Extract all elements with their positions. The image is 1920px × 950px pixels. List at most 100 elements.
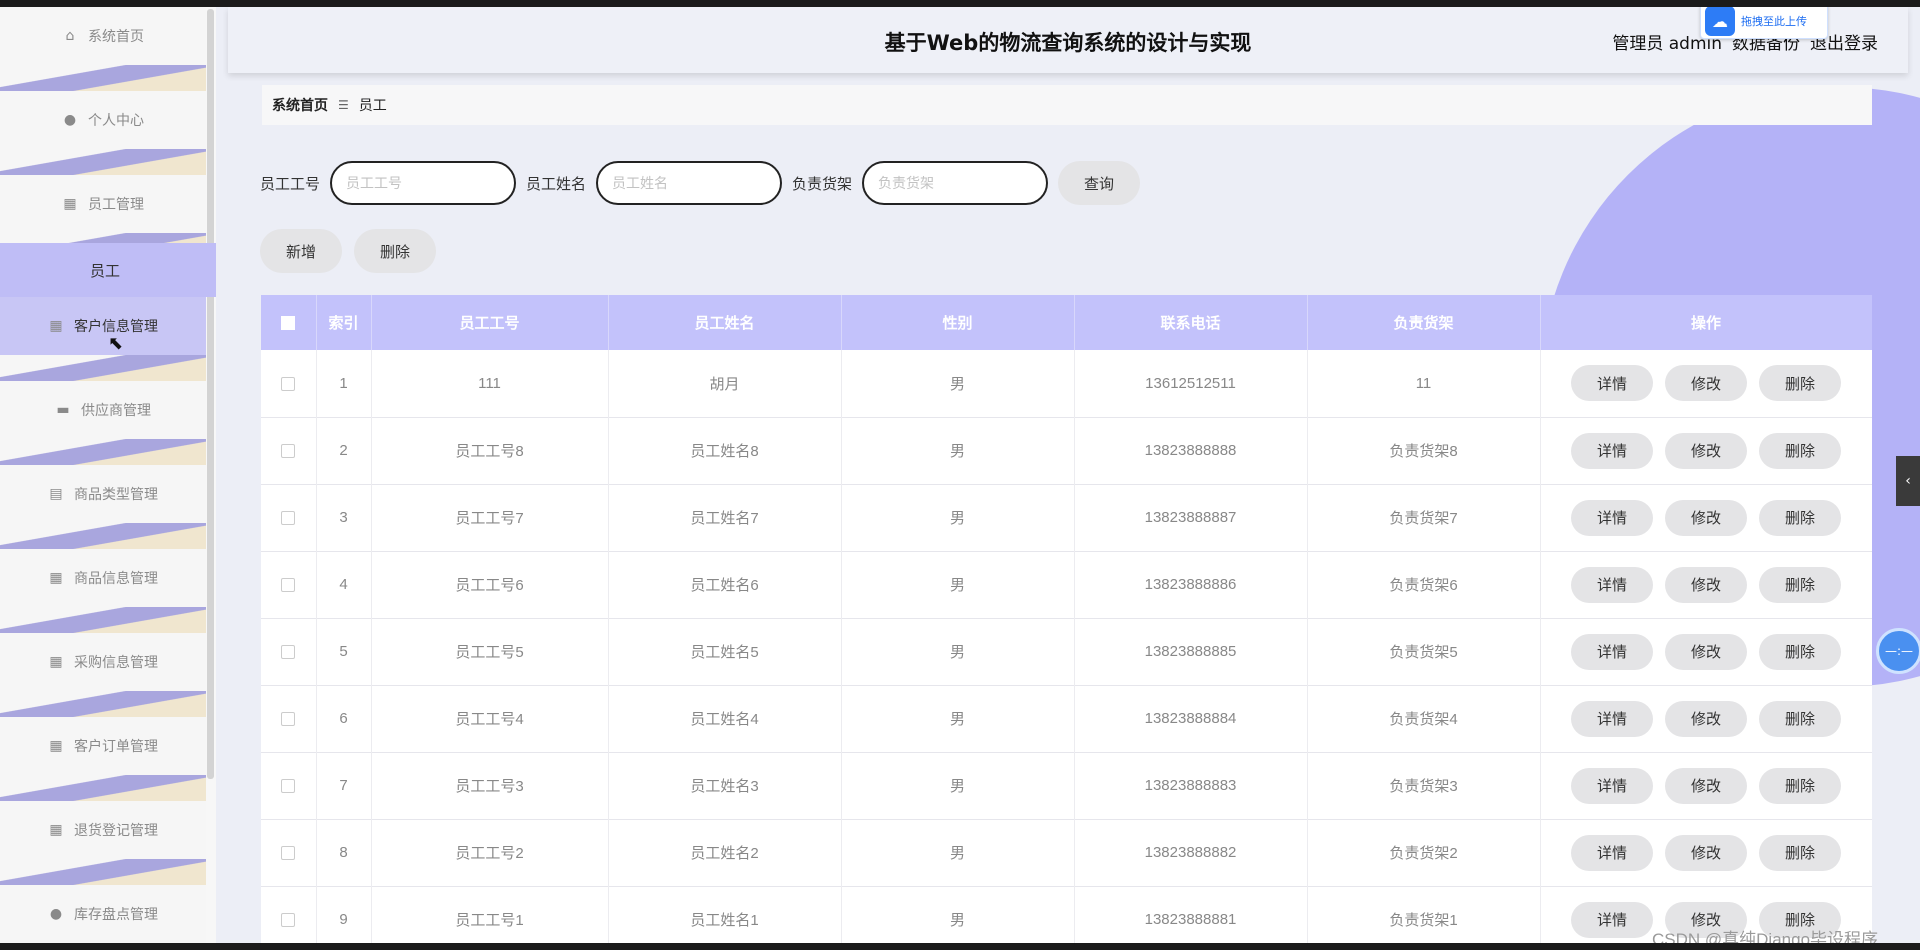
sidebar-item[interactable]: ▦ 商品信息管理 bbox=[0, 549, 216, 633]
table-cell: 员工工号8 bbox=[371, 417, 609, 484]
sidebar-item[interactable]: ▬ 供应商管理 bbox=[0, 381, 216, 465]
row-checkbox[interactable] bbox=[281, 779, 296, 794]
edit-button[interactable]: 修改 bbox=[1665, 633, 1747, 670]
table-cell: 11 bbox=[1307, 350, 1541, 417]
table-cell: 111 bbox=[371, 350, 609, 417]
detail-button[interactable]: 详情 bbox=[1571, 365, 1653, 402]
row-actions-cell: 详情 修改 删除 bbox=[1540, 551, 1872, 618]
sidebar-item-row[interactable]: ▦ 商品信息管理 bbox=[0, 549, 206, 607]
row-select-cell[interactable] bbox=[261, 618, 317, 685]
sidebar-item[interactable]: ▦ 采购信息管理 bbox=[0, 633, 216, 717]
table-cell: 男 bbox=[841, 417, 1075, 484]
detail-button[interactable]: 详情 bbox=[1571, 767, 1653, 804]
detail-button[interactable]: 详情 bbox=[1571, 901, 1653, 938]
table-row[interactable]: 8 员工工号2 员工姓名2 男 13823888882 负责货架2 详情 修改 删除 bbox=[261, 819, 1872, 886]
delete-button[interactable]: 删除 bbox=[1759, 566, 1841, 603]
row-checkbox[interactable] bbox=[281, 645, 296, 660]
table-row[interactable]: 9 员工工号1 员工姓名1 男 13823888881 负责货架1 详情 修改 删除 bbox=[261, 886, 1872, 943]
employee-no-input[interactable] bbox=[330, 161, 517, 205]
delete-button[interactable]: 删除 bbox=[1759, 365, 1841, 402]
sidebar-item[interactable]: ● 个人中心 bbox=[0, 91, 216, 175]
edit-button[interactable]: 修改 bbox=[1665, 499, 1747, 536]
row-select-cell[interactable] bbox=[261, 551, 317, 618]
sidebar-item-row[interactable]: ● 库存盘点管理 bbox=[0, 885, 206, 943]
table-cell: 负责货架5 bbox=[1307, 618, 1541, 685]
table-cell: 员工姓名1 bbox=[608, 886, 842, 943]
sidebar-item-row[interactable]: ▦ 员工管理 bbox=[0, 175, 206, 233]
delete-button[interactable]: 删除 bbox=[1759, 633, 1841, 670]
edit-button[interactable]: 修改 bbox=[1665, 834, 1747, 871]
delete-button[interactable]: 删除 bbox=[1759, 499, 1841, 536]
row-checkbox[interactable] bbox=[281, 846, 296, 861]
sidebar-item-row[interactable]: ⌂ 系统首页 bbox=[0, 7, 206, 65]
table-row[interactable]: 4 员工工号6 员工姓名6 男 13823888886 负责货架6 详情 修改 删除 bbox=[261, 551, 1872, 618]
sidebar-item[interactable]: ▦ 退货登记管理 bbox=[0, 801, 216, 885]
sidebar-item-row[interactable]: ▦ 退货登记管理 bbox=[0, 801, 206, 859]
detail-button[interactable]: 详情 bbox=[1571, 834, 1653, 871]
table-cell: 13823888883 bbox=[1074, 752, 1308, 819]
detail-button[interactable]: 详情 bbox=[1571, 700, 1653, 737]
edit-button[interactable]: 修改 bbox=[1665, 365, 1747, 402]
table-row[interactable]: 7 员工工号3 员工姓名3 男 13823888883 负责货架3 详情 修改 删除 bbox=[261, 752, 1872, 819]
row-select-cell[interactable] bbox=[261, 484, 317, 551]
select-all-checkbox[interactable] bbox=[281, 316, 296, 330]
row-checkbox[interactable] bbox=[281, 913, 296, 928]
sidebar-item-row[interactable]: ● 个人中心 bbox=[0, 91, 206, 149]
add-button[interactable]: 新增 bbox=[260, 229, 342, 273]
batch-delete-button[interactable]: 删除 bbox=[354, 229, 436, 273]
table-cell: 胡月 bbox=[608, 350, 842, 417]
select-all-header[interactable] bbox=[261, 295, 317, 350]
row-checkbox[interactable] bbox=[281, 578, 296, 593]
sidebar-item-row[interactable]: ▦ 客户订单管理 bbox=[0, 717, 206, 775]
detail-button[interactable]: 详情 bbox=[1571, 633, 1653, 670]
delete-button[interactable]: 删除 bbox=[1759, 700, 1841, 737]
sidebar-item[interactable]: ▤ 商品类型管理 bbox=[0, 465, 216, 549]
row-select-cell[interactable] bbox=[261, 752, 317, 819]
sidebar-item-row[interactable]: ▤ 商品类型管理 bbox=[0, 465, 206, 523]
row-select-cell[interactable] bbox=[261, 417, 317, 484]
table-row[interactable]: 3 员工工号7 员工姓名7 男 13823888887 负责货架7 详情 修改 删除 bbox=[261, 484, 1872, 551]
row-select-cell[interactable] bbox=[261, 886, 317, 943]
shelf-label: 负责货架 bbox=[792, 174, 853, 193]
sidebar-item[interactable]: ▦ 客户订单管理 bbox=[0, 717, 216, 801]
row-checkbox[interactable] bbox=[281, 444, 296, 459]
table-row[interactable]: 1 111 胡月男 13612512511 11 详情 修改 删除 bbox=[261, 350, 1872, 417]
sidebar-item-row[interactable]: ▦ 采购信息管理 bbox=[0, 633, 206, 691]
row-select-cell[interactable] bbox=[261, 350, 317, 417]
sidebar-item[interactable]: ● 库存盘点管理 bbox=[0, 885, 216, 943]
delete-button[interactable]: 删除 bbox=[1759, 432, 1841, 469]
row-checkbox[interactable] bbox=[281, 511, 296, 526]
table-row[interactable]: 5 员工工号5 员工姓名5 男 13823888885 负责货架5 详情 修改 删除 bbox=[261, 618, 1872, 685]
upload-dropzone[interactable]: ☁ 拖拽至此上传 bbox=[1700, 7, 1828, 39]
sidebar-item-row[interactable]: ▦ 客户信息管理 bbox=[0, 297, 206, 355]
delete-button[interactable]: 删除 bbox=[1759, 767, 1841, 804]
row-select-cell[interactable] bbox=[261, 819, 317, 886]
column-header: 操作 bbox=[1540, 295, 1872, 350]
row-checkbox[interactable] bbox=[281, 712, 296, 727]
sidebar-subitem-employee[interactable]: 员工 bbox=[0, 243, 216, 297]
detail-button[interactable]: 详情 bbox=[1571, 499, 1653, 536]
row-checkbox[interactable] bbox=[281, 376, 296, 391]
shelf-input[interactable] bbox=[862, 161, 1049, 205]
sidebar-item-row[interactable]: ▬ 供应商管理 bbox=[0, 381, 206, 439]
employee-name-input[interactable] bbox=[596, 161, 783, 205]
detail-button[interactable]: 详情 bbox=[1571, 566, 1653, 603]
edit-button[interactable]: 修改 bbox=[1665, 432, 1747, 469]
edit-button[interactable]: 修改 bbox=[1665, 566, 1747, 603]
upload-label: 拖拽至此上传 bbox=[1741, 15, 1807, 28]
table-cell: 员工姓名6 bbox=[608, 551, 842, 618]
row-select-cell[interactable] bbox=[261, 685, 317, 752]
floating-assistant-button[interactable]: —:— bbox=[1876, 628, 1920, 674]
table-row[interactable]: 6 员工工号4 员工姓名4 男 13823888884 负责货架4 详情 修改 删除 bbox=[261, 685, 1872, 752]
breadcrumb-home[interactable]: 系统首页 bbox=[272, 95, 328, 115]
collapse-panel-tab[interactable]: ‹ bbox=[1896, 456, 1920, 506]
detail-button[interactable]: 详情 bbox=[1571, 432, 1653, 469]
user-icon: ● bbox=[49, 906, 63, 922]
edit-button[interactable]: 修改 bbox=[1665, 767, 1747, 804]
query-button[interactable]: 查询 bbox=[1058, 161, 1141, 205]
sidebar-item[interactable]: ⌂ 系统首页 bbox=[0, 7, 216, 91]
table-cell: 13823888885 bbox=[1074, 618, 1308, 685]
edit-button[interactable]: 修改 bbox=[1665, 700, 1747, 737]
table-row[interactable]: 2 员工工号8 员工姓名8 男 13823888888 负责货架8 详情 修改 删除 bbox=[261, 417, 1872, 484]
delete-button[interactable]: 删除 bbox=[1759, 834, 1841, 871]
